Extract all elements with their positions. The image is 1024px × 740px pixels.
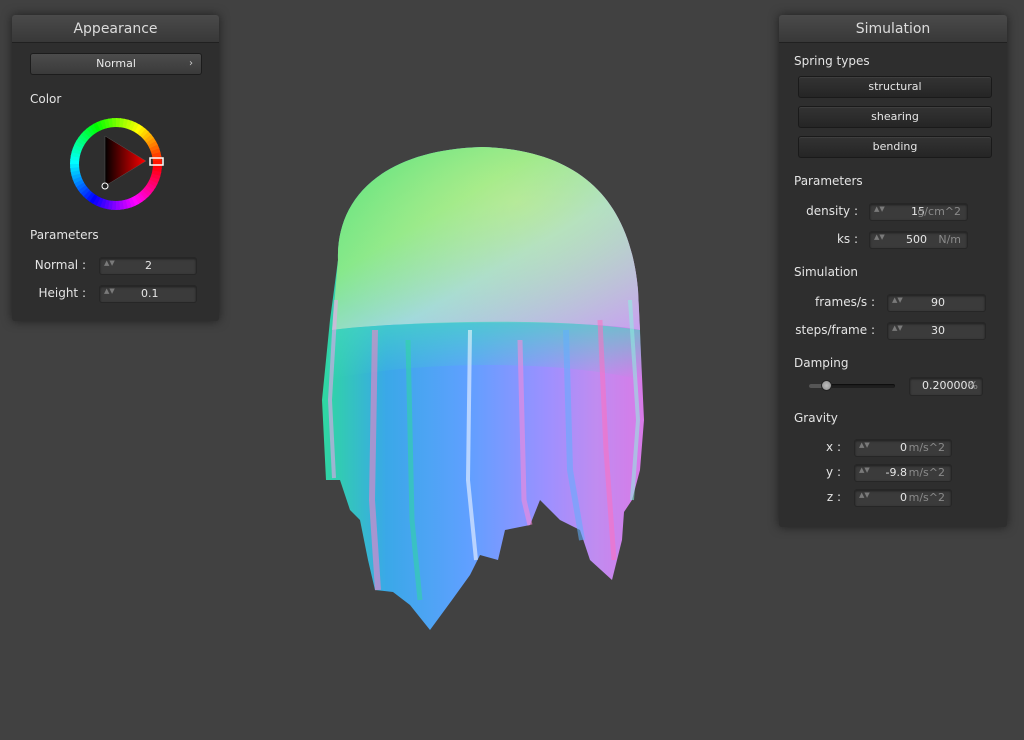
density-label: density : xyxy=(806,204,858,218)
damping-slider-handle[interactable] xyxy=(820,380,832,391)
damping-label: Damping xyxy=(794,356,849,370)
spinner-icon[interactable]: ▲▼ xyxy=(892,297,903,309)
shader-combo[interactable]: Normal › xyxy=(30,53,202,75)
gravity-x-label: x : xyxy=(826,440,841,454)
gravity-y-label: y : xyxy=(826,465,841,479)
density-input[interactable]: ▲▼ 15 g/cm^2 xyxy=(869,203,968,221)
damping-input[interactable]: 0.200000 % xyxy=(909,377,983,396)
sim-parameters-label: Parameters xyxy=(794,174,863,188)
height-input[interactable]: ▲▼ 0.1 xyxy=(99,285,197,303)
spinner-icon[interactable]: ▲▼ xyxy=(892,325,903,337)
hue-segment xyxy=(152,159,162,165)
simulation-panel-title[interactable]: Simulation xyxy=(779,15,1007,43)
ks-input[interactable]: ▲▼ 500 N/m xyxy=(869,231,968,249)
shearing-button[interactable]: shearing xyxy=(798,106,992,128)
ks-unit: N/m xyxy=(938,233,961,246)
height-label: Height : xyxy=(38,286,86,300)
structural-button[interactable]: structural xyxy=(798,76,992,98)
color-wheel[interactable] xyxy=(66,114,166,214)
ks-label: ks : xyxy=(836,232,858,246)
frames-label: frames/s : xyxy=(815,295,875,309)
gravity-z-unit: m/s^2 xyxy=(908,491,945,504)
frames-value: 90 xyxy=(931,296,945,309)
spinner-icon[interactable]: ▲▼ xyxy=(859,492,870,504)
chevron-right-icon: › xyxy=(189,58,193,69)
spinner-icon[interactable]: ▲▼ xyxy=(859,442,870,454)
gravity-x-value: 0 xyxy=(900,441,907,454)
normal-input[interactable]: ▲▼ 2 xyxy=(99,257,197,275)
gravity-x-input[interactable]: ▲▼ 0 m/s^2 xyxy=(854,439,952,457)
color-picker-handle[interactable] xyxy=(101,182,109,190)
gravity-x-unit: m/s^2 xyxy=(908,441,945,454)
gravity-z-label: z : xyxy=(826,490,841,504)
gravity-z-input[interactable]: ▲▼ 0 m/s^2 xyxy=(854,489,952,507)
appearance-panel-title[interactable]: Appearance xyxy=(12,15,219,43)
appearance-parameters-label: Parameters xyxy=(30,228,99,242)
spinner-icon[interactable]: ▲▼ xyxy=(874,234,885,246)
appearance-panel: Appearance Normal › Color Parameters Nor… xyxy=(12,15,219,321)
gravity-label: Gravity xyxy=(794,411,838,425)
spinner-icon[interactable]: ▲▼ xyxy=(874,206,885,218)
normal-label: Normal : xyxy=(34,258,86,272)
gravity-y-unit: m/s^2 xyxy=(908,466,945,479)
spring-types-label: Spring types xyxy=(794,54,870,68)
color-section-label: Color xyxy=(30,92,62,106)
density-unit: g/cm^2 xyxy=(917,205,961,218)
bending-button[interactable]: bending xyxy=(798,136,992,158)
gravity-y-value: -9.8 xyxy=(885,466,907,479)
cloth-mesh xyxy=(322,147,644,630)
spinner-icon[interactable]: ▲▼ xyxy=(104,288,115,300)
frames-input[interactable]: ▲▼ 90 xyxy=(887,294,986,312)
steps-input[interactable]: ▲▼ 30 xyxy=(887,322,986,340)
shader-combo-value: Normal xyxy=(96,57,136,70)
gravity-z-value: 0 xyxy=(900,491,907,504)
steps-value: 30 xyxy=(931,324,945,337)
simulation-section-label: Simulation xyxy=(794,265,858,279)
damping-unit: % xyxy=(967,379,978,392)
height-value: 0.1 xyxy=(141,287,159,300)
gravity-y-input[interactable]: ▲▼ -9.8 m/s^2 xyxy=(854,464,952,482)
simulation-panel: Simulation Spring types structural shear… xyxy=(779,15,1007,527)
steps-label: steps/frame : xyxy=(795,323,875,337)
ks-value: 500 xyxy=(906,233,927,246)
normal-value: 2 xyxy=(145,259,152,272)
spinner-icon[interactable]: ▲▼ xyxy=(104,260,115,272)
spinner-icon[interactable]: ▲▼ xyxy=(859,467,870,479)
